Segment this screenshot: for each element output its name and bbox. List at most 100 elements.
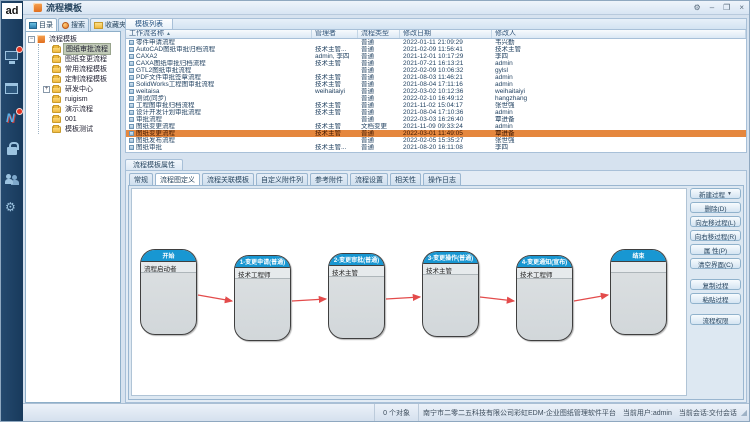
column-date[interactable]: 修改日期 xyxy=(400,30,492,38)
button-label: 流程权限 xyxy=(703,315,729,325)
properties-tab[interactable]: 常规 xyxy=(129,173,153,185)
tree-item[interactable]: 演示流程 xyxy=(39,104,120,114)
tab-search[interactable]: 搜索 xyxy=(58,18,89,31)
table-row[interactable]: 设计开发计划审批流程 技术主管 普通 2021-08-04 17:10:36 a… xyxy=(126,109,746,116)
properties-tab[interactable]: 流程设置 xyxy=(350,173,388,185)
workflow-name: 零件申请流程 xyxy=(136,39,175,46)
flow-action-button[interactable]: 复制过程 xyxy=(690,279,741,290)
flow-action-button[interactable]: 清空界面(C) xyxy=(690,258,741,269)
flow-node[interactable]: 结束 xyxy=(610,249,667,335)
table-row[interactable]: AutoCAD图纸审批归档流程 技术主管... 普通 2021-02-09 11… xyxy=(126,46,746,53)
tree-item[interactable]: 模板测试 xyxy=(39,124,120,134)
tree-item[interactable]: 001 xyxy=(39,114,120,124)
tree-item-label: 研发中心 xyxy=(63,84,95,94)
panel-icon[interactable] xyxy=(4,81,20,97)
table-row[interactable]: 图纸变更流程 技术主管 普通 2022-03-01 11:49:05 覃进备 xyxy=(126,130,746,137)
workflow-modifier: admin xyxy=(492,74,746,81)
flow-node[interactable]: 开始流程启动者 xyxy=(140,249,197,335)
tree-item[interactable]: 图纸变更流程 xyxy=(39,54,120,64)
activity-icon[interactable]: N xyxy=(4,111,20,127)
workflow-date: 2022-03-03 16:26:40 xyxy=(400,116,492,123)
workflow-name: 图纸变更流程 xyxy=(136,130,175,137)
lock-icon[interactable] xyxy=(4,141,20,157)
tab-catalog[interactable]: 目录 xyxy=(25,18,57,31)
workflow-icon xyxy=(129,145,134,150)
minimize-icon[interactable]: – xyxy=(710,1,714,15)
workflow-modifier: weihaitaiyi xyxy=(492,88,746,95)
workflow-manager: weihaitaiyi xyxy=(312,88,358,95)
flow-node[interactable]: 3-变更操作(普通)技术主管 xyxy=(422,251,479,337)
table-row[interactable]: 工程图审批归档流程 技术主管 普通 2021-11-02 15:04:17 张世… xyxy=(126,102,746,109)
tree-item[interactable]: ruigism xyxy=(39,94,120,104)
flow-action-button[interactable]: 向右移过程(R) xyxy=(690,230,741,241)
tree-item-label: 定制流程模板 xyxy=(63,74,109,84)
monitor-icon[interactable] xyxy=(4,49,20,65)
tree-item[interactable]: 图纸审批流程 xyxy=(39,44,120,54)
column-modifier[interactable]: 修改人 xyxy=(492,30,746,38)
flow-action-button[interactable]: 新建过程 ▼ xyxy=(690,188,741,199)
workflow-manager: 技术主管 xyxy=(312,123,358,130)
folder-icon xyxy=(52,96,61,103)
table-row[interactable]: CAXA2 admin, 李四 普通 2021-12-01 10:17:29 李… xyxy=(126,53,746,60)
workflow-type: 普通 xyxy=(358,130,400,137)
workflow-date: 2021-08-04 17:10:36 xyxy=(400,109,492,116)
workflow-date: 2022-03-02 10:12:36 xyxy=(400,88,492,95)
tab-favorites[interactable]: 收藏夹 xyxy=(90,18,130,31)
tree-item[interactable]: 定制流程模板 xyxy=(39,74,120,84)
flow-node[interactable]: 2-变更审批(普通)技术主管 xyxy=(328,253,385,339)
flow-action-button[interactable]: 删除(D) xyxy=(690,202,741,213)
users-icon[interactable] xyxy=(4,171,20,187)
resize-grip-icon[interactable]: ◢ xyxy=(741,408,749,417)
flow-editor: 开始流程启动者 1-变更申请(普通)技术工程师 2-变更审批(普通)技术主管 3-变更… xyxy=(128,185,744,400)
close-icon[interactable]: × xyxy=(739,1,744,15)
column-type[interactable]: 流程类型 xyxy=(358,30,400,38)
flow-canvas[interactable]: 开始流程启动者 1-变更申请(普通)技术工程师 2-变更审批(普通)技术主管 3-变更… xyxy=(131,188,687,396)
maximize-icon[interactable]: ❐ xyxy=(723,1,730,15)
workflow-modifier: 覃进备 xyxy=(492,116,746,123)
table-row[interactable]: SolidWorks工程图审批流程 技术主管 普通 2021-08-04 17:… xyxy=(126,81,746,88)
list-caption-bar: 模板列表 xyxy=(125,18,747,30)
table-row[interactable]: 零件申请流程 普通 2022-01-11 21:09:29 韦兴勤 xyxy=(126,39,746,46)
collapse-icon[interactable]: − xyxy=(28,36,35,43)
flow-node-title: 结束 xyxy=(611,250,666,262)
flow-action-button[interactable]: 粘贴过程 xyxy=(690,293,741,304)
folder-icon xyxy=(52,106,61,113)
column-name[interactable]: 工作流名称▲ xyxy=(126,30,312,38)
table-row[interactable]: GTL2图纸审批流程 普通 2022-02-09 10:06:32 gylsl xyxy=(126,67,746,74)
table-row[interactable]: 审批流程 普通 2022-03-03 16:26:40 覃进备 xyxy=(126,116,746,123)
table-row[interactable]: 测试(同步) 普通 2022-02-10 16:49:12 hangzhang xyxy=(126,95,746,102)
settings-icon[interactable]: ⚙ xyxy=(694,1,701,15)
table-row[interactable]: 图纸变更流程 技术主管 文档变更 2021-11-09 09:33:24 adm… xyxy=(126,123,746,130)
gear-icon[interactable]: ⚙ xyxy=(4,199,20,215)
workflow-name: weitaisa xyxy=(136,88,159,95)
table-row[interactable]: 图纸发布流程 普通 2022-02-05 15:35:27 张世强 xyxy=(126,137,746,144)
properties-tab[interactable]: 参考附件 xyxy=(310,173,348,185)
properties-tab[interactable]: 操作日志 xyxy=(423,173,461,185)
expand-icon[interactable]: + xyxy=(43,86,50,93)
table-row[interactable]: PDF文件审批签章流程 技术主管 普通 2021-08-03 11:46:21 … xyxy=(126,74,746,81)
flow-action-button[interactable]: 属 性(P) xyxy=(690,244,741,255)
properties-tab[interactable]: 相关性 xyxy=(390,173,421,185)
workflow-icon xyxy=(129,82,134,87)
flow-node-role: 技术主管 xyxy=(329,266,384,277)
table-row[interactable]: weitaisa weihaitaiyi 普通 2022-03-02 10:12… xyxy=(126,88,746,95)
titlebar: 流程模板 ⚙ – ❐ × xyxy=(23,1,749,15)
properties-tab[interactable]: 流程关联模板 xyxy=(202,173,254,185)
properties-tab[interactable]: 自定义附件列 xyxy=(256,173,308,185)
table-row[interactable]: 图纸审批 技术主管... 普通 2021-08-20 16:11:08 李四 xyxy=(126,144,746,151)
table-row[interactable]: CAXA图纸审批归档流程 技术主管 普通 2021-07-21 16:13:21… xyxy=(126,60,746,67)
tree-item[interactable]: 常用流程模板 xyxy=(39,64,120,74)
workflow-name: 审批流程 xyxy=(136,116,162,123)
flow-action-button[interactable]: 流程权限 xyxy=(690,314,741,325)
workflow-name: CAXA图纸审批归档流程 xyxy=(136,60,206,67)
flow-action-button[interactable]: 向左移过程(L) xyxy=(690,216,741,227)
flow-node[interactable]: 1-变更申请(普通)技术工程师 xyxy=(234,255,291,341)
workflow-name: SolidWorks工程图审批流程 xyxy=(136,81,214,88)
column-manager[interactable]: 管理者 xyxy=(312,30,358,38)
workflow-date: 2021-07-21 16:13:21 xyxy=(400,60,492,67)
flow-node[interactable]: 4-变更通知(宣布)技术工程师 xyxy=(516,255,573,341)
workflow-type: 普通 xyxy=(358,95,400,102)
tree-item[interactable]: + 研发中心 xyxy=(39,84,120,94)
workflow-date: 2022-01-11 21:09:29 xyxy=(400,39,492,46)
properties-tab[interactable]: 流程图定义 xyxy=(155,173,200,185)
